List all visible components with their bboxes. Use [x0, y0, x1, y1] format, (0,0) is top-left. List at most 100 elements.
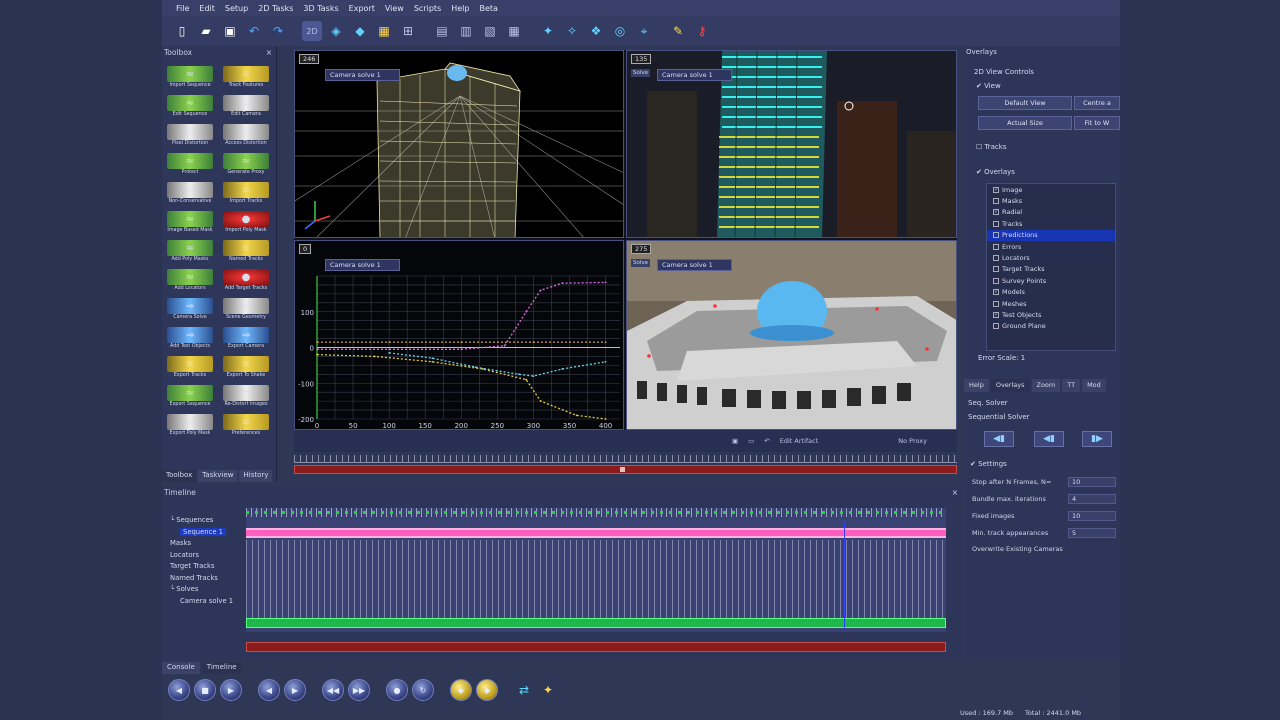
tree-item-sequence-1[interactable]: Sequence 1 [170, 527, 246, 540]
redo-icon[interactable]: ↷ [268, 21, 288, 41]
overlay-item-tracks[interactable]: Tracks [987, 218, 1115, 229]
tab-zoom[interactable]: Zoom [1031, 379, 1061, 392]
overlay-checkbox[interactable] [993, 198, 999, 205]
undo-icon[interactable]: ↶ [764, 437, 769, 445]
overlay-item-survey-points[interactable]: Survey Points [987, 275, 1115, 286]
tab-help[interactable]: Help [964, 379, 989, 392]
viewport-graph-bottom-left[interactable]: 0 50 100 150 200 250 300 350 400 100 0 -100 -200 0 C… [294, 240, 624, 430]
orbit-icon[interactable]: ◎ [610, 21, 630, 41]
menu-setup[interactable]: Setup [225, 4, 248, 13]
rewind-icon[interactable]: ◀◀ [322, 679, 344, 701]
tool-generate-proxy[interactable]: ≈ Generate Proxy [220, 148, 272, 176]
tool-non-conservative[interactable]: ▭ Non-Conservative [164, 177, 216, 205]
overlay-item-meshes[interactable]: Meshes [987, 298, 1115, 309]
overlay-checkbox[interactable] [993, 255, 999, 262]
solve-step-button[interactable]: ◀▮ [1034, 431, 1064, 447]
tool-export-sequence[interactable]: ≈ Export Sequence [164, 380, 216, 408]
monitor-icon[interactable]: ▭ [748, 437, 754, 445]
timeline-track-area[interactable] [246, 508, 946, 632]
prev-icon[interactable]: ◀ [168, 679, 190, 701]
tab-taskview[interactable]: Taskview [198, 470, 238, 482]
stop-icon[interactable]: ■ [194, 679, 216, 701]
image-view-icon[interactable]: ▦ [374, 21, 394, 41]
layout-grid-icon[interactable]: ▦ [504, 21, 524, 41]
tab-mod[interactable]: Mod [1082, 379, 1106, 392]
layout-vertical-icon[interactable]: ▧ [480, 21, 500, 41]
overlay-checkbox[interactable]: ✓ [993, 186, 999, 193]
solve-button[interactable]: Solve [631, 259, 651, 267]
tree-item-sequences[interactable]: └ Sequences [170, 516, 246, 528]
tool-image-based-mask[interactable]: ≈ Image Based Mask [164, 206, 216, 234]
tool-track-features[interactable]: ≋ Track Features [220, 61, 272, 89]
actual-size-button[interactable]: Actual Size [978, 116, 1072, 130]
tracks-toggle[interactable]: ☐ Tracks [976, 143, 1006, 151]
solve-icon[interactable]: ✧ [562, 21, 582, 41]
tool-export-camera[interactable]: ⇒ Export Camera [220, 322, 272, 350]
setting-value[interactable]: 5 [1068, 528, 1116, 538]
tool-import-sequence[interactable]: ≈ Import Sequence [164, 61, 216, 89]
tab-overlays[interactable]: Overlays [990, 379, 1030, 392]
overlay-item-target-tracks[interactable]: Target Tracks [987, 264, 1115, 275]
playhead[interactable] [844, 522, 845, 630]
tab-history[interactable]: History [239, 470, 273, 482]
overlay-item-test-objects[interactable]: ✓ Test Objects [987, 309, 1115, 320]
tool-protect[interactable]: ≈ Protect [164, 148, 216, 176]
layout-quad-icon[interactable]: ⊞ [398, 21, 418, 41]
save-icon[interactable]: ▣ [220, 21, 240, 41]
overlay-checkbox[interactable]: ✓ [993, 289, 999, 296]
tool-export-to-shake[interactable]: ≋ Export To Shake [220, 351, 272, 379]
sync-icon[interactable]: ⇄ [514, 680, 534, 700]
undo-icon[interactable]: ↶ [244, 21, 264, 41]
setting-value[interactable]: 4 [1068, 494, 1116, 504]
tab-timeline[interactable]: Timeline [201, 662, 242, 674]
view-2d-icon[interactable]: 2D [302, 21, 322, 41]
tab-toolbox[interactable]: Toolbox [162, 470, 197, 482]
tab-tt[interactable]: TT [1062, 379, 1081, 392]
viewport-3d-top-left[interactable]: 246 Camera solve 1 [294, 50, 624, 238]
overlay-checkbox[interactable]: ✓ [993, 311, 999, 318]
tool-camera-solve[interactable]: ⇒ Camera Solve [164, 293, 216, 321]
tool-add-target-tracks[interactable]: ● Add Target Tracks [220, 264, 272, 292]
setting-value[interactable]: 10 [1068, 511, 1116, 521]
overlay-checkbox[interactable] [993, 300, 999, 307]
tree-item-named-tracks[interactable]: Named Tracks [170, 574, 246, 586]
layout-horizontal-icon[interactable]: ▥ [456, 21, 476, 41]
new-file-icon[interactable]: ▯ [172, 21, 192, 41]
frame-scrubber[interactable] [294, 455, 957, 475]
step-back-icon[interactable]: ◀ [258, 679, 280, 701]
overlay-item-masks[interactable]: Masks [987, 195, 1115, 206]
tool-access-distortion[interactable]: ▭ Access Distortion [220, 119, 272, 147]
centre-button[interactable]: Centre a [1074, 96, 1120, 110]
tool-edit-camera[interactable]: ▭ Edit Camera [220, 90, 272, 118]
sequence-bar[interactable] [246, 528, 946, 538]
menu-help[interactable]: Help [451, 4, 469, 13]
overlay-item-predictions[interactable]: Predictions [987, 229, 1115, 241]
camera-icon[interactable]: ✦ [538, 680, 558, 700]
play-icon[interactable]: ▶ [220, 679, 242, 701]
camera-icon[interactable]: ▣ [732, 437, 738, 445]
overlays-toggle[interactable]: ✔ Overlays [976, 168, 1015, 176]
overlay-item-radial[interactable]: ✓ Radial [987, 207, 1115, 218]
tab-console[interactable]: Console [162, 662, 200, 674]
overlay-item-image[interactable]: ✓ Image [987, 184, 1115, 195]
tool-import-tracks[interactable]: ≋ Import Tracks [220, 177, 272, 205]
tool-edit-sequence[interactable]: ≈ Edit Sequence [164, 90, 216, 118]
setting-label[interactable]: Overwrite Existing Cameras [972, 545, 1063, 553]
view-3d-icon[interactable]: ◈ [326, 21, 346, 41]
overlay-checkbox[interactable]: ✓ [993, 209, 999, 216]
solve-dropdown[interactable]: Camera solve 1 [325, 69, 400, 81]
overlay-item-models[interactable]: ✓ Models [987, 287, 1115, 298]
solve-dropdown[interactable]: Camera solve 1 [325, 259, 400, 271]
overlay-checkbox[interactable] [993, 243, 999, 250]
loop-icon[interactable]: ↻ [412, 679, 434, 701]
key-prev-icon[interactable]: ◆ [450, 679, 472, 701]
pin-icon[interactable]: ✎ [668, 21, 688, 41]
overlay-item-locators[interactable]: Locators [987, 252, 1115, 263]
tool-add-test-objects[interactable]: ⇒ Add Test Objects [164, 322, 216, 350]
tree-item-solves[interactable]: └ Solves [170, 585, 246, 597]
viewport-camera-bottom-right[interactable]: 275 Solve Camera solve 1 [626, 240, 957, 430]
camera-view-icon[interactable]: ◆ [350, 21, 370, 41]
default-view-button[interactable]: Default View [978, 96, 1072, 110]
tool-re-distort-images[interactable]: ▭ Re-Distort Images [220, 380, 272, 408]
step-forward-icon[interactable]: ▶ [284, 679, 306, 701]
